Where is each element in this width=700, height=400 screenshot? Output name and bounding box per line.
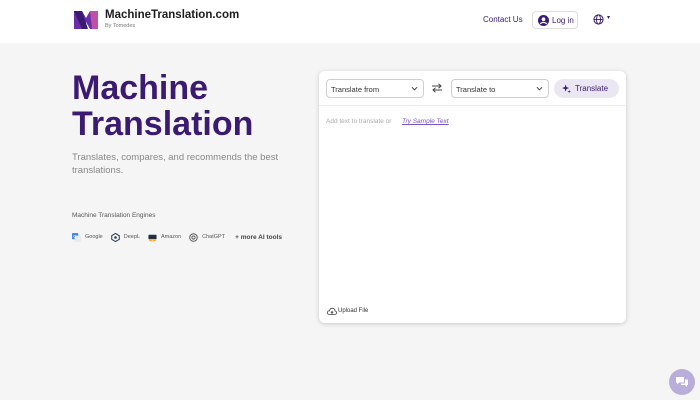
contact-us-link[interactable]: Contact Us: [483, 15, 523, 24]
sparkle-icon: [562, 84, 571, 93]
input-placeholder: Add text to translate or: [326, 118, 392, 125]
chat-bubble-icon: [676, 377, 688, 387]
translate-from-select[interactable]: Translate from: [326, 79, 424, 98]
deepl-icon: [110, 232, 120, 242]
page-title: Machine Translation: [72, 69, 254, 143]
engine-name: ChatGPT: [202, 234, 226, 240]
more-ai-tools-link[interactable]: + more AI tools: [235, 234, 282, 241]
engine-name: Google: [85, 234, 103, 240]
try-sample-text-link[interactable]: Try Sample Text: [402, 118, 449, 125]
language-selector[interactable]: ▾: [593, 14, 615, 26]
engine-chatgpt: ChatGPT: [189, 232, 226, 242]
cloud-upload-icon: [327, 307, 337, 315]
user-circle-icon: [538, 15, 549, 26]
translate-to-label: Translate to: [456, 85, 496, 94]
chat-widget-button[interactable]: [669, 369, 695, 395]
swap-languages-icon[interactable]: [431, 83, 443, 93]
translate-to-select[interactable]: Translate to: [451, 79, 549, 98]
engines-list: G Google DeepL Amazon ChatGPT + more AI …: [72, 231, 282, 243]
brand-name[interactable]: MachineTranslation.com: [105, 9, 239, 21]
source-text-input[interactable]: Add text to translate or Try Sample Text: [319, 109, 626, 299]
engines-label: Machine Translation Engines: [72, 212, 156, 219]
translator-toolbar: Translate from Translate to Translate: [319, 71, 626, 106]
chevron-down-icon: ▾: [607, 15, 611, 21]
svg-text:G: G: [73, 234, 77, 239]
top-header: MachineTranslation.com By Tomedes Contac…: [0, 0, 700, 43]
chatgpt-icon: [189, 232, 198, 242]
brand-subtitle: By Tomedes: [105, 23, 136, 29]
engine-google: G Google: [72, 232, 103, 242]
engine-name: Amazon: [160, 234, 182, 240]
mt-logo-icon[interactable]: [74, 11, 98, 29]
engine-deepl: DeepL: [110, 232, 140, 242]
engine-name: DeepL: [123, 234, 140, 240]
upload-file-label: Upload File: [338, 308, 369, 314]
chevron-down-icon: [536, 86, 543, 91]
engine-amazon: Amazon: [148, 233, 181, 242]
translator-card: Translate from Translate to Translate Ad…: [319, 71, 626, 323]
chevron-down-icon: [411, 86, 418, 91]
page-subtitle: Translates, compares, and recommends the…: [72, 152, 279, 176]
amazon-icon: [148, 234, 157, 241]
translate-button[interactable]: Translate: [554, 79, 619, 98]
translate-button-label: Translate: [575, 84, 609, 93]
login-label: Log in: [552, 16, 574, 25]
translate-from-label: Translate from: [331, 85, 380, 94]
google-translate-icon: G: [72, 232, 81, 242]
login-button[interactable]: Log in: [532, 11, 578, 29]
globe-icon: [593, 14, 604, 25]
